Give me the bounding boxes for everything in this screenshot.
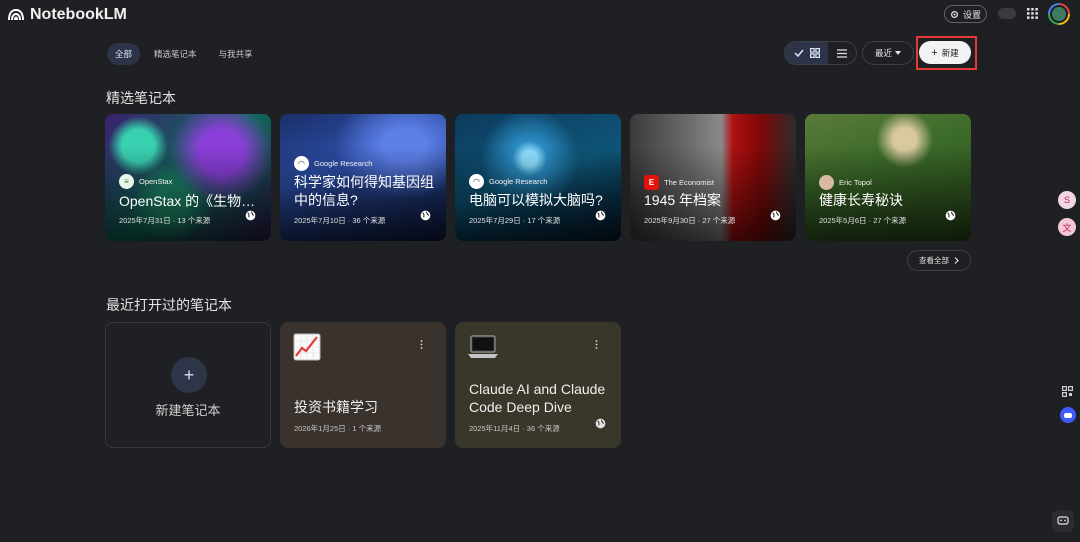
notebooklm-logo-icon — [8, 9, 24, 21]
list-icon — [837, 48, 847, 58]
openstax-logo-icon: ≡ — [119, 174, 134, 189]
globe-icon — [420, 210, 431, 221]
create-notebook-card[interactable]: + 新建笔记本 — [105, 322, 271, 448]
recent-section-title: 最近打开过的笔记本 — [106, 297, 232, 313]
source-name: Eric Topol — [839, 178, 872, 187]
globe-icon — [770, 210, 781, 221]
featured-card[interactable]: ◠ Google Research 电脑可以模拟大脑吗? 2025年7月29日 … — [455, 114, 621, 241]
tab-shared-with-me[interactable]: 与我共享 — [211, 43, 261, 65]
new-notebook-button[interactable]: + 新建 — [919, 41, 971, 64]
card-title: OpenStax 的《生物… — [119, 193, 256, 209]
author-avatar-icon — [819, 175, 834, 190]
settings-label: 设置 — [962, 9, 981, 20]
laptop-emoji-icon — [468, 335, 498, 358]
app-logo[interactable]: NotebookLM — [8, 5, 127, 25]
tab-all[interactable]: 全部 — [107, 43, 141, 65]
assistant-bot-icon[interactable] — [1060, 407, 1076, 423]
view-toggle — [784, 41, 857, 65]
globe-icon — [945, 210, 956, 221]
view-all-label: 查看全部 — [919, 256, 949, 265]
chat-bot-icon[interactable] — [1052, 510, 1074, 532]
source-name: Google Research — [489, 177, 548, 186]
card-source: ◠ Google Research — [469, 174, 547, 189]
economist-logo-icon: E — [644, 175, 659, 190]
notebook-meta: 2026年1月25日 · 1 个来源 — [294, 424, 382, 433]
chevron-right-icon — [954, 257, 959, 264]
settings-button[interactable]: 设置 — [944, 5, 987, 23]
chart-increasing-emoji-icon — [293, 333, 321, 361]
grid-view-button[interactable] — [785, 42, 828, 64]
notebook-card[interactable]: 投资书籍学习 2026年1月25日 · 1 个来源 — [280, 322, 446, 448]
notebook-title: Claude AI and Claude Code Deep Dive — [469, 381, 606, 415]
avatar[interactable] — [1048, 3, 1070, 25]
card-title: 电脑可以模拟大脑吗? — [469, 192, 603, 208]
filter-tabs: 全部 精选笔记本 与我共享 — [107, 43, 261, 65]
grid-icon — [809, 48, 820, 58]
featured-card[interactable]: E The Economist 1945 年档案 2025年9月30日 · 27… — [630, 114, 796, 241]
source-name: OpenStax — [139, 177, 173, 186]
card-title: 健康长寿秘诀 — [819, 192, 903, 208]
notebook-card[interactable]: Claude AI and Claude Code Deep Dive 2025… — [455, 322, 621, 448]
globe-icon — [245, 210, 256, 221]
google-research-logo-icon: ◠ — [294, 156, 309, 171]
card-source: ≡ OpenStax — [119, 174, 172, 189]
card-title: 1945 年档案 — [644, 192, 722, 208]
check-icon — [793, 49, 804, 57]
globe-icon — [595, 210, 606, 221]
card-meta: 2025年5月6日 · 27 个来源 — [819, 216, 907, 225]
card-source: Eric Topol — [819, 175, 872, 190]
apps-grid-icon[interactable] — [1027, 8, 1038, 19]
view-all-button[interactable]: 查看全部 — [907, 250, 971, 271]
card-meta: 2025年9月30日 · 27 个来源 — [644, 216, 736, 225]
plus-icon: + — [171, 357, 207, 393]
card-meta: 2025年7月31日 · 13 个来源 — [119, 216, 211, 225]
translate-widget-icon[interactable]: 文 — [1058, 218, 1076, 236]
list-view-button[interactable] — [828, 42, 856, 64]
google-research-logo-icon: ◠ — [469, 174, 484, 189]
notebook-meta: 2025年11月4日 · 36 个来源 — [469, 424, 560, 433]
extension-widget-icon[interactable]: S — [1058, 191, 1076, 209]
more-vert-icon[interactable] — [595, 340, 598, 349]
caret-down-icon — [895, 51, 901, 55]
gear-icon — [950, 10, 958, 18]
sort-label: 最近 — [874, 48, 892, 58]
new-button-label: 新建 — [941, 47, 959, 58]
notebook-title: 投资书籍学习 — [294, 399, 378, 415]
card-meta: 2025年7月29日 · 17 个来源 — [469, 216, 561, 225]
top-bar: NotebookLM 设置 — [0, 0, 1080, 30]
card-title: 科学家如何得知基因组中的信息? — [294, 174, 434, 208]
create-notebook-label: 新建笔记本 — [155, 403, 221, 418]
source-name: Google Research — [314, 159, 373, 168]
sort-dropdown[interactable]: 最近 — [862, 41, 914, 65]
source-name: The Economist — [664, 178, 715, 187]
more-vert-icon[interactable] — [420, 340, 423, 349]
card-source: E The Economist — [644, 175, 714, 190]
featured-card[interactable]: ≡ OpenStax OpenStax 的《生物… 2025年7月31日 · 1… — [105, 114, 271, 241]
tab-featured[interactable]: 精选笔记本 — [146, 43, 205, 65]
qr-code-icon[interactable] — [1060, 384, 1074, 398]
theme-toggle[interactable] — [998, 8, 1016, 19]
featured-card[interactable]: Eric Topol 健康长寿秘诀 2025年5月6日 · 27 个来源 — [805, 114, 971, 241]
globe-icon — [595, 418, 606, 429]
featured-section-title: 精选笔记本 — [106, 90, 176, 106]
plus-icon: + — [931, 46, 938, 59]
app-name: NotebookLM — [30, 6, 127, 23]
card-meta: 2025年7月10日 · 36 个来源 — [294, 216, 386, 225]
card-source: ◠ Google Research — [294, 156, 372, 171]
featured-card[interactable]: ◠ Google Research 科学家如何得知基因组中的信息? 2025年7… — [280, 114, 446, 241]
